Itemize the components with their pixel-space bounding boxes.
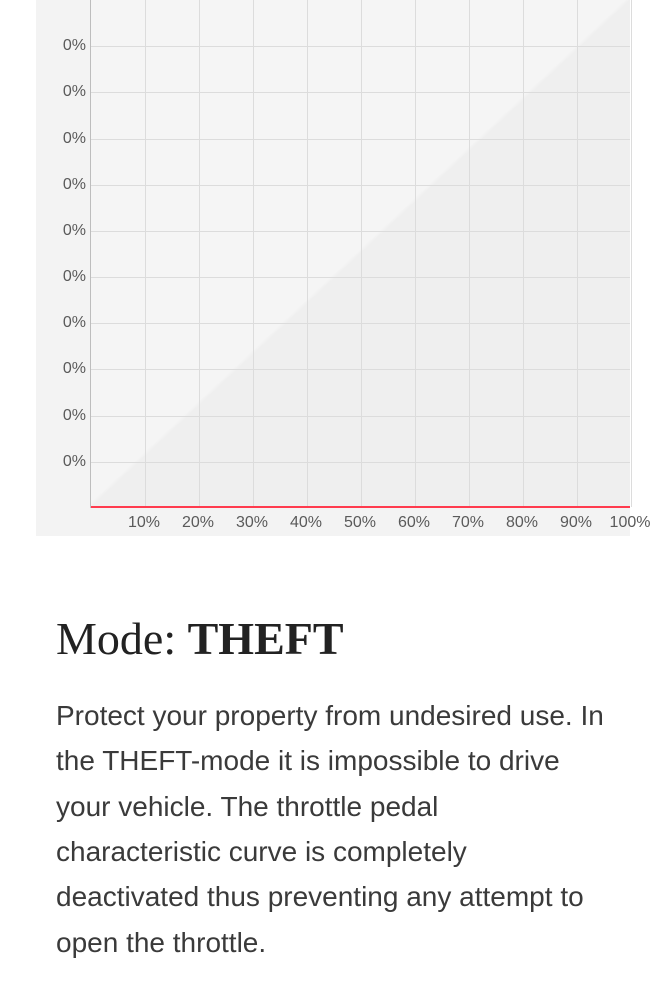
chart-y-tick-label: 0% [36, 176, 86, 194]
mode-heading-prefix: Mode: [56, 613, 188, 664]
chart-grid-vertical [415, 0, 416, 507]
chart-x-tick-label: 90% [560, 514, 592, 532]
chart-plot-area [90, 0, 630, 508]
chart-x-tick-label: 20% [182, 514, 214, 532]
chart-grid-horizontal [91, 416, 630, 417]
chart-grid-vertical [145, 0, 146, 507]
chart-x-tick-label: 40% [290, 514, 322, 532]
chart-y-tick-label: 0% [36, 222, 86, 240]
chart-grid-vertical [577, 0, 578, 507]
chart-y-tick-label: 0% [36, 453, 86, 471]
chart-grid-horizontal [91, 92, 630, 93]
chart-grid-vertical [253, 0, 254, 507]
chart-x-tick-label: 10% [128, 514, 160, 532]
chart-x-tick-label: 50% [344, 514, 376, 532]
chart-grid-vertical [199, 0, 200, 507]
chart-grid-horizontal [91, 369, 630, 370]
chart-series-line [91, 506, 630, 508]
chart-y-tick-label: 0% [36, 130, 86, 148]
chart-x-tick-label: 60% [398, 514, 430, 532]
mode-heading-value: THEFT [188, 613, 344, 664]
chart-y-tick-label: 0% [36, 360, 86, 378]
chart-y-tick-label: 0% [36, 268, 86, 286]
chart-grid-horizontal [91, 139, 630, 140]
chart-grid-vertical [523, 0, 524, 507]
chart-y-tick-label: 0% [36, 83, 86, 101]
chart-grid-vertical [469, 0, 470, 507]
chart-y-tick-label: 0% [36, 407, 86, 425]
chart-x-tick-label: 70% [452, 514, 484, 532]
chart-grid-horizontal [91, 185, 630, 186]
chart-grid-vertical [631, 0, 632, 507]
chart-x-tick-label: 80% [506, 514, 538, 532]
mode-heading: Mode: THEFT [56, 612, 610, 665]
chart-grid-horizontal [91, 46, 630, 47]
throttle-chart: 10%20%30%40%50%60%70%80%90%100%0%0%0%0%0… [36, 0, 630, 536]
chart-grid-horizontal [91, 462, 630, 463]
chart-grid-vertical [307, 0, 308, 507]
chart-y-tick-label: 0% [36, 37, 86, 55]
chart-grid-vertical [361, 0, 362, 507]
mode-description: Protect your property from undesired use… [56, 693, 610, 965]
chart-x-tick-label: 30% [236, 514, 268, 532]
chart-y-tick-label: 0% [36, 314, 86, 332]
chart-x-tick-label: 100% [610, 514, 651, 532]
chart-grid-horizontal [91, 231, 630, 232]
chart-grid-horizontal [91, 277, 630, 278]
chart-grid-horizontal [91, 323, 630, 324]
